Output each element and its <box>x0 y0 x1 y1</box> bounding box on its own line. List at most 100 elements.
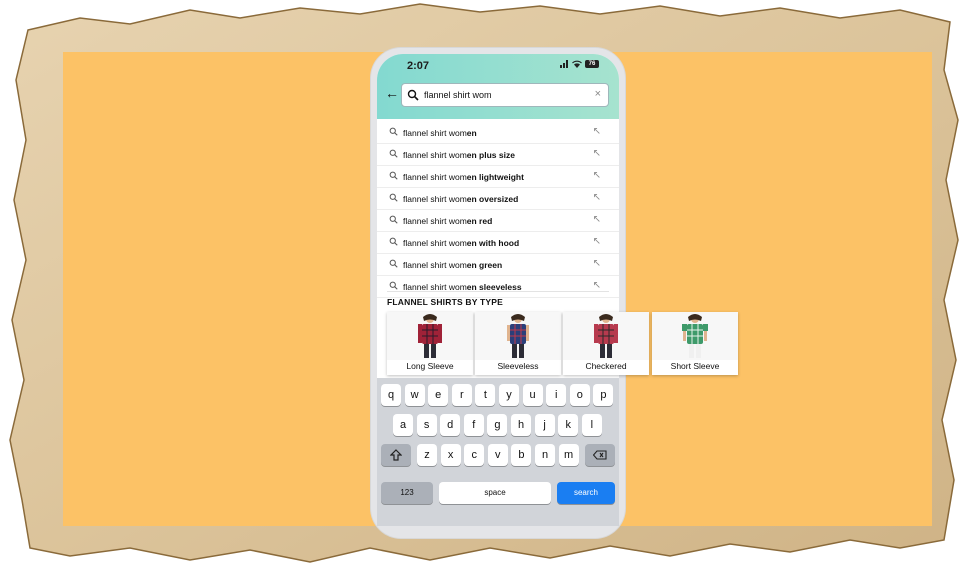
status-icons: 76 <box>560 60 599 68</box>
type-card[interactable]: Checkered <box>563 312 649 375</box>
key-h[interactable]: h <box>511 414 531 436</box>
fill-query-arrow-icon[interactable]: ↖ <box>593 192 601 203</box>
suggestion-text: flannel shirt women <box>403 128 477 138</box>
search-icon <box>389 215 398 224</box>
key-y[interactable]: y <box>499 384 519 406</box>
product-image <box>563 312 649 360</box>
fill-query-arrow-icon[interactable]: ↖ <box>593 258 601 269</box>
suggestion-completion: en red <box>466 216 493 226</box>
backspace-icon <box>592 450 607 460</box>
suggestion-list: flannel shirt women ↖ flannel shirt women … <box>377 122 619 298</box>
key-m[interactable]: m <box>558 444 579 466</box>
key-j[interactable]: j <box>534 414 555 436</box>
suggestion-row[interactable]: flannel shirt women plus size ↖ <box>377 144 619 166</box>
suggestion-row[interactable]: flannel shirt women lightweight ↖ <box>377 166 619 188</box>
suggestion-row[interactable]: flannel shirt women red ↖ <box>377 210 619 232</box>
key-v[interactable]: v <box>487 444 508 466</box>
suggestion-completion: en oversized <box>466 194 519 204</box>
search-icon <box>389 259 398 268</box>
search-input[interactable] <box>424 87 574 103</box>
product-image <box>387 312 473 360</box>
suggestion-row[interactable]: flannel shirt women ↖ <box>377 122 619 144</box>
key-s[interactable]: s <box>416 414 437 436</box>
fill-query-arrow-icon[interactable]: ↖ <box>593 214 601 225</box>
suggestion-row[interactable]: flannel shirt women green ↖ <box>377 254 619 276</box>
key-f[interactable]: f <box>463 414 484 436</box>
key-c[interactable]: c <box>464 444 485 466</box>
type-card-label: Short Sleeve <box>670 361 720 371</box>
suggestion-prefix: flannel shirt wom <box>403 238 467 248</box>
search-icon <box>389 237 398 246</box>
key-x[interactable]: x <box>440 444 461 466</box>
on-screen-keyboard: q w e r t y u i o p a s d f g h j k l z x c v b n m 123 space search <box>377 378 619 526</box>
search-icon <box>407 89 419 101</box>
clear-search-icon[interactable]: × <box>595 88 601 100</box>
suggestion-prefix: flannel shirt wom <box>403 260 467 270</box>
key-u[interactable]: u <box>522 384 543 406</box>
suggestion-text: flannel shirt women red <box>403 216 492 226</box>
type-card[interactable]: Long Sleeve <box>387 312 473 375</box>
suggestion-row[interactable]: flannel shirt women sleeveless ↖ <box>377 276 619 298</box>
type-card[interactable]: Short Sleeve <box>652 312 738 375</box>
fill-query-arrow-icon[interactable]: ↖ <box>593 148 601 159</box>
fill-query-arrow-icon[interactable]: ↖ <box>593 170 601 181</box>
delete-key[interactable] <box>585 444 615 466</box>
status-time: 2:07 <box>407 60 430 72</box>
key-q[interactable]: q <box>381 384 401 406</box>
key-r[interactable]: r <box>451 384 472 406</box>
search-icon <box>389 127 398 136</box>
type-card[interactable]: Sleeveless <box>475 312 561 375</box>
key-d[interactable]: d <box>440 414 461 436</box>
suggestion-text: flannel shirt women with hood <box>403 238 519 248</box>
search-header: 2:07 76 ← × <box>377 54 619 119</box>
suggestion-text: flannel shirt women oversized <box>403 194 518 204</box>
battery-icon: 76 <box>585 60 599 68</box>
search-box[interactable]: × <box>401 83 609 107</box>
key-i[interactable]: i <box>546 384 567 406</box>
wifi-icon <box>572 60 582 68</box>
type-card-label: Sleeveless <box>497 361 539 371</box>
key-l[interactable]: l <box>581 414 602 436</box>
key-p[interactable]: p <box>593 384 614 406</box>
type-card-label: Long Sleeve <box>406 361 454 371</box>
suggestion-text: flannel shirt women lightweight <box>403 172 524 182</box>
key-z[interactable]: z <box>417 444 437 466</box>
key-w[interactable]: w <box>404 384 425 406</box>
suggestion-completion: en plus size <box>466 150 515 160</box>
suggestion-row[interactable]: flannel shirt women oversized ↖ <box>377 188 619 210</box>
search-icon <box>389 171 398 180</box>
suggestion-prefix: flannel shirt wom <box>403 172 467 182</box>
suggestion-completion: en <box>466 128 477 138</box>
fill-query-arrow-icon[interactable]: ↖ <box>593 280 601 291</box>
numbers-key[interactable]: 123 <box>381 482 433 504</box>
key-o[interactable]: o <box>569 384 590 406</box>
key-g[interactable]: g <box>487 414 508 436</box>
suggestion-row[interactable]: flannel shirt women with hood ↖ <box>377 232 619 254</box>
fill-query-arrow-icon[interactable]: ↖ <box>593 236 601 247</box>
shift-key[interactable] <box>381 444 411 466</box>
search-key[interactable]: search <box>557 482 615 504</box>
fill-query-arrow-icon[interactable]: ↖ <box>593 126 601 137</box>
suggestion-completion: en with hood <box>466 238 520 248</box>
search-icon <box>389 149 398 158</box>
key-k[interactable]: k <box>558 414 579 436</box>
product-image <box>475 312 561 360</box>
search-icon <box>389 193 398 202</box>
space-key[interactable]: space <box>439 482 551 504</box>
section-title: FLANNEL SHIRTS BY TYPE <box>387 297 504 307</box>
key-e[interactable]: e <box>428 384 449 406</box>
section-divider <box>387 291 609 292</box>
key-n[interactable]: n <box>535 444 555 466</box>
type-card-label: Checkered <box>585 361 627 371</box>
key-b[interactable]: b <box>511 444 532 466</box>
back-arrow-icon[interactable]: ← <box>385 86 399 100</box>
suggestion-prefix: flannel shirt wom <box>403 194 467 204</box>
suggestion-completion: en lightweight <box>466 172 524 182</box>
suggestion-completion: en green <box>466 260 503 270</box>
key-t[interactable]: t <box>475 384 496 406</box>
product-image <box>652 312 738 360</box>
shift-icon <box>389 449 403 461</box>
search-icon <box>389 281 398 290</box>
suggestion-text: flannel shirt women green <box>403 260 502 270</box>
key-a[interactable]: a <box>393 414 413 436</box>
